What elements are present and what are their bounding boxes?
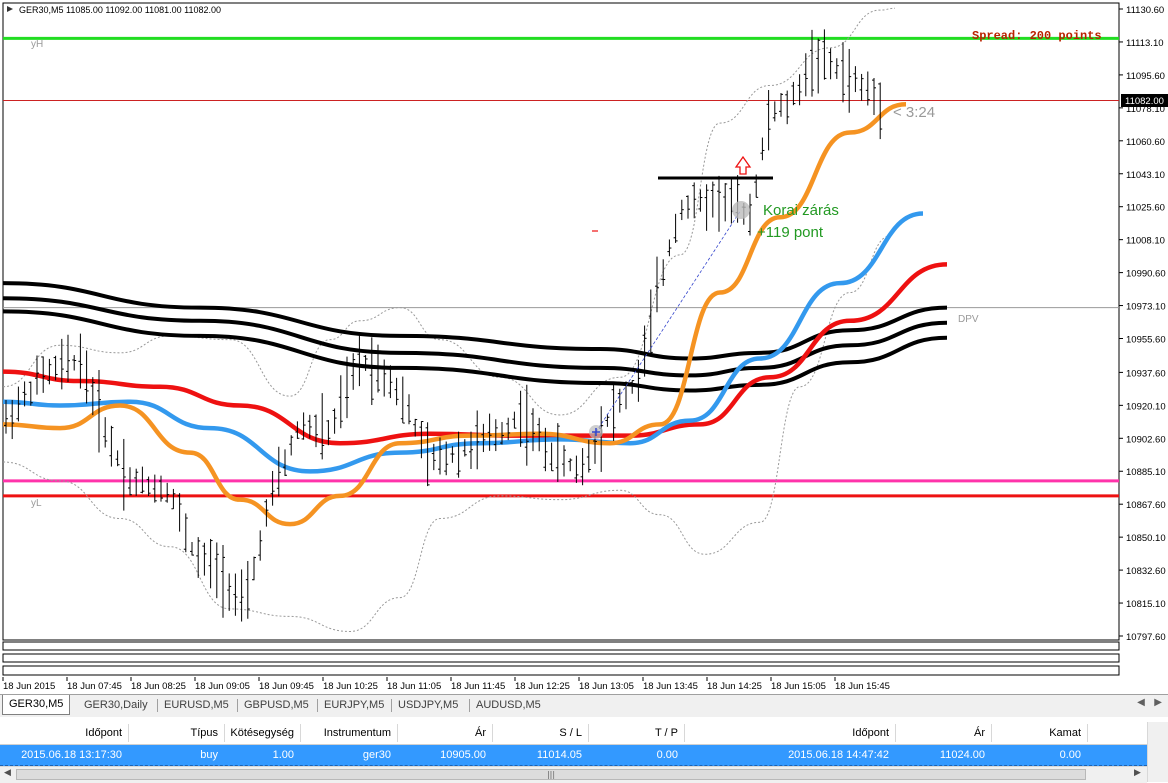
cell-sl: 11014.05 xyxy=(536,749,582,761)
annotation-close: Korai zárás xyxy=(763,202,839,219)
table-row[interactable]: 2015.06.18 13:17:30 buy 1.00 ger30 10905… xyxy=(0,745,1147,766)
time-axis-label: 18 Jun 09:05 xyxy=(195,681,250,692)
time-axis-label: 18 Jun 2015 xyxy=(3,681,55,692)
time-axis-label: 18 Jun 15:05 xyxy=(771,681,826,692)
header-price[interactable]: Ár xyxy=(397,722,492,744)
tab-ger30-m5[interactable]: GER30,M5 xyxy=(2,695,71,715)
price-axis-label: 10990.60 xyxy=(1126,269,1166,280)
scroll-left-icon[interactable]: ◀ xyxy=(4,768,11,778)
current-price-value: 11082.00 xyxy=(1125,96,1164,107)
time-axis-label: 18 Jun 09:45 xyxy=(259,681,314,692)
price-axis-label: 11095.60 xyxy=(1126,71,1165,82)
tab-ger30-daily[interactable]: GER30,Daily xyxy=(78,696,154,715)
price-axis-label: 10832.60 xyxy=(1126,566,1166,577)
price-axis-label: 11113.10 xyxy=(1126,38,1164,49)
price-axis-label: 10902.60 xyxy=(1126,434,1166,445)
price-axis-label: 10885.10 xyxy=(1126,467,1166,478)
header-swap[interactable]: Kamat xyxy=(991,722,1087,744)
price-axis-label: 10937.60 xyxy=(1126,368,1166,379)
price-axis-label: 10815.10 xyxy=(1126,599,1166,610)
cell-swap: 0.00 xyxy=(1059,749,1081,761)
annotation-points: +119 pont xyxy=(757,224,824,241)
price-axis-label: 10850.10 xyxy=(1126,533,1166,544)
price-axis-label: 10797.60 xyxy=(1126,632,1166,643)
scroll-right-icon[interactable]: ▶ xyxy=(1134,768,1141,778)
chart-tab-bar: GER30,M5 GER30,Daily EURUSD,M5 GBPUSD,M5… xyxy=(0,694,1168,717)
cell-close-time: 2015.06.18 14:47:42 xyxy=(788,749,889,761)
time-axis-label: 18 Jun 12:25 xyxy=(515,681,570,692)
price-axis-label: 10920.10 xyxy=(1126,401,1166,412)
cell-lots: 1.00 xyxy=(272,749,294,761)
cell-open-time: 2015.06.18 13:17:30 xyxy=(21,749,122,761)
time-axis-label: 18 Jun 11:05 xyxy=(387,681,441,692)
chart-area[interactable]: 11130.60 11113.10 11095.60 11078.10 11060.60… xyxy=(0,0,1168,694)
price-axis-label: 11060.60 xyxy=(1126,137,1165,148)
time-axis-label: 18 Jun 11:45 xyxy=(451,681,505,692)
tab-eurjpy-m5[interactable]: EURJPY,M5 xyxy=(318,696,390,715)
header-lots[interactable]: Kötésegység xyxy=(224,722,300,744)
header-open-time[interactable]: Időpont xyxy=(0,722,128,744)
label-dpv: DPV xyxy=(958,314,979,325)
price-axis-label: 11008.10 xyxy=(1126,236,1165,247)
header-close-price[interactable]: Ár xyxy=(895,722,991,744)
header-instrument[interactable]: Instrumentum xyxy=(300,722,397,744)
time-axis-label: 18 Jun 13:45 xyxy=(643,681,698,692)
time-axis-label: 18 Jun 10:25 xyxy=(323,681,378,692)
price-axis-label: 11025.60 xyxy=(1126,203,1165,214)
tab-gbpusd-m5[interactable]: GBPUSD,M5 xyxy=(238,696,315,715)
header-tp[interactable]: T / P xyxy=(588,722,684,744)
tab-usdjpy-m5[interactable]: USDJPY,M5 xyxy=(392,696,464,715)
cell-price: 10905.00 xyxy=(440,749,486,761)
price-axis-label: 11130.60 xyxy=(1126,5,1164,16)
header-close-time[interactable]: Időpont xyxy=(684,722,895,744)
price-axis-label: 10867.60 xyxy=(1126,500,1166,511)
price-axis-label: 10973.10 xyxy=(1126,302,1166,313)
close-marker-icon xyxy=(732,201,750,219)
time-axis-label: 18 Jun 15:45 xyxy=(835,681,890,692)
time-axis-label: 18 Jun 07:45 xyxy=(67,681,122,692)
price-axis-label: 10955.60 xyxy=(1126,335,1166,346)
tab-eurusd-m5[interactable]: EURUSD,M5 xyxy=(158,696,235,715)
vertical-scrollbar[interactable] xyxy=(1147,722,1168,782)
time-axis-label: 18 Jun 14:25 xyxy=(707,681,762,692)
horizontal-scrollbar[interactable]: ◀ ||| ▶ xyxy=(0,766,1147,783)
header-type[interactable]: Típus xyxy=(128,722,224,744)
cell-close-price: 11024.00 xyxy=(939,749,985,761)
spread-label: Spread: 200 points xyxy=(972,29,1102,43)
label-yh: yH xyxy=(31,39,43,50)
scrollbar-thumb[interactable]: ||| xyxy=(16,769,1086,780)
cell-instrument: ger30 xyxy=(362,749,391,761)
time-axis-label: 18 Jun 08:25 xyxy=(131,681,186,692)
label-yl: yL xyxy=(31,498,42,509)
trade-table-header: Időpont Típus Kötésegység Instrumentum Á… xyxy=(0,722,1168,745)
time-axis-label: 18 Jun 13:05 xyxy=(579,681,634,692)
tab-scroll-arrows[interactable]: ◀ ▶ xyxy=(1137,697,1162,708)
cell-tp: 0.00 xyxy=(656,749,678,761)
tab-audusd-m5[interactable]: AUDUSD,M5 xyxy=(470,696,547,715)
price-chart[interactable]: 11130.6011113.1011095.6011078.1011060.60… xyxy=(0,0,1168,694)
bar-countdown: < 3:24 xyxy=(893,104,935,121)
header-sl[interactable]: S / L xyxy=(492,722,588,744)
cell-type: buy xyxy=(200,749,218,761)
price-axis-label: 11043.10 xyxy=(1126,170,1165,181)
chart-info-line: GER30,M5 11085.00 11092.00 11081.00 1108… xyxy=(19,5,221,15)
